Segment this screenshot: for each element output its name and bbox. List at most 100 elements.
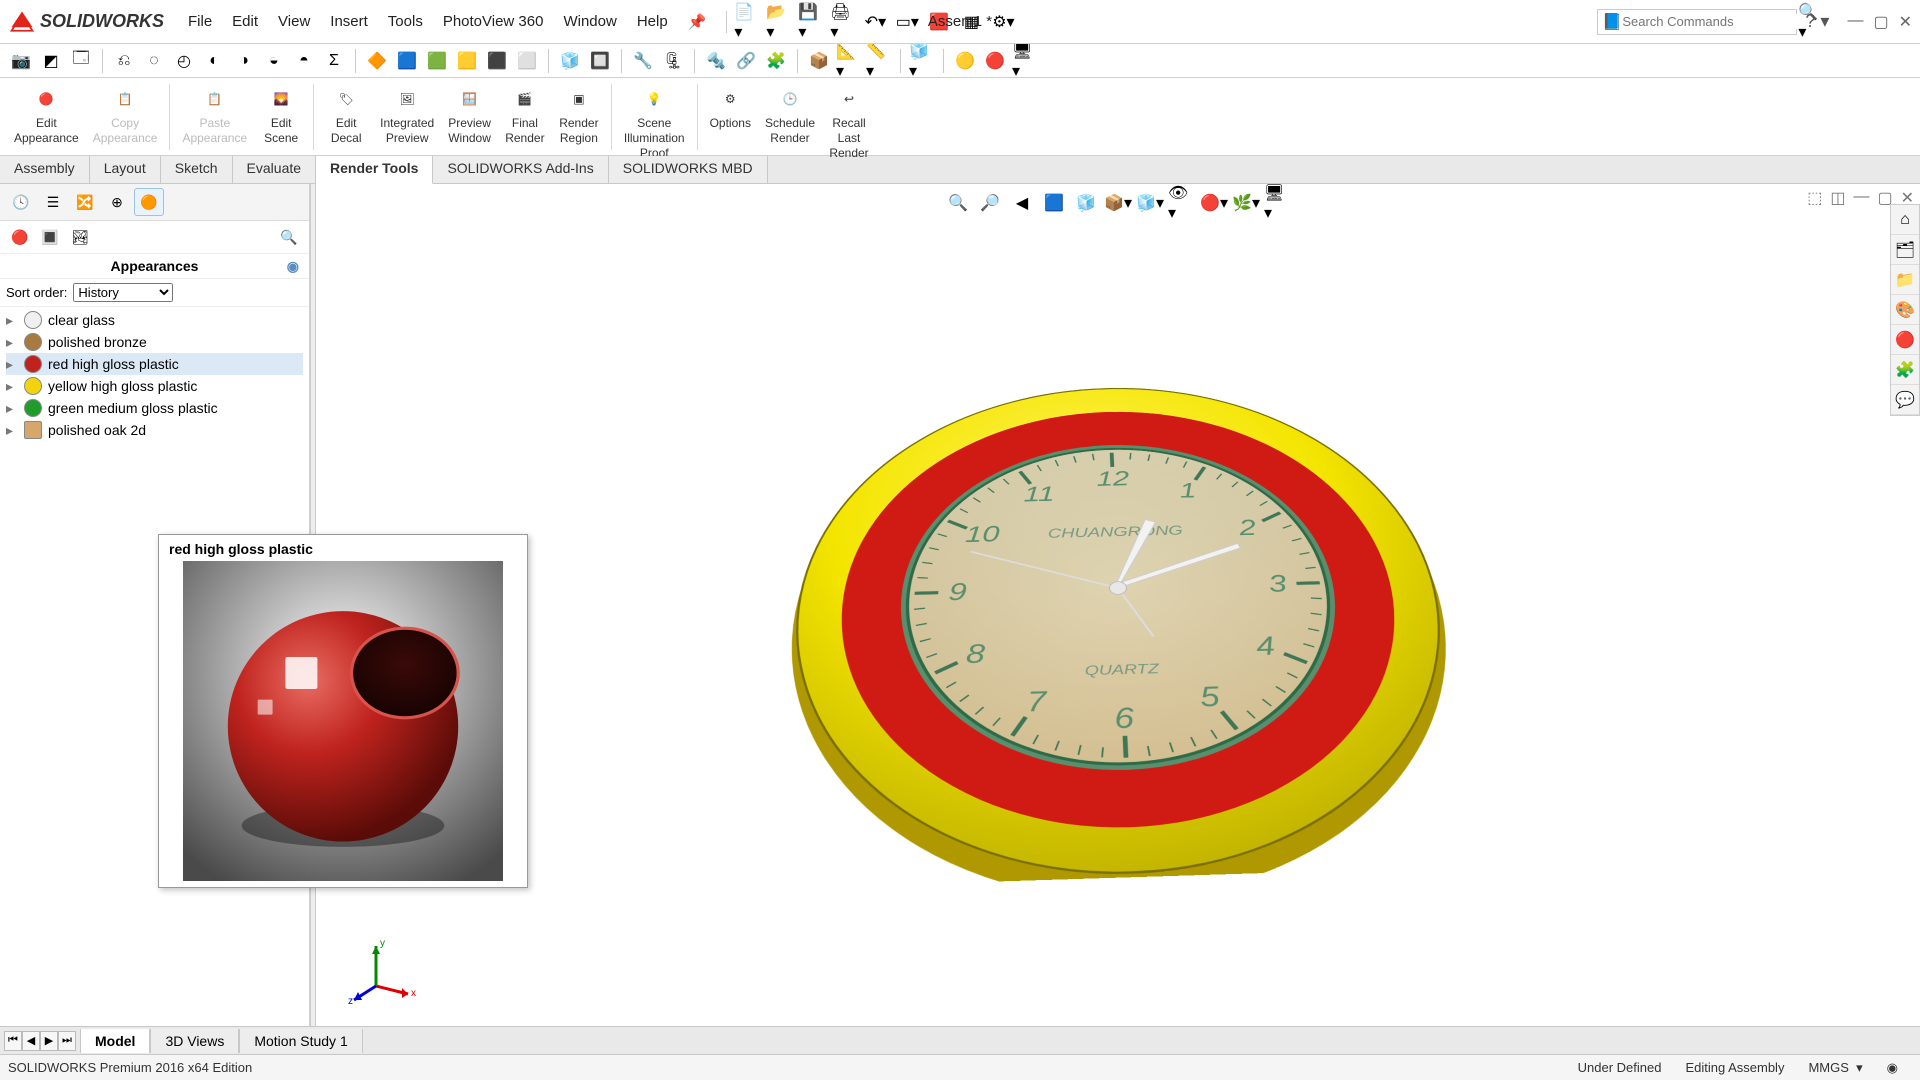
- new-doc-icon[interactable]: 📄▾: [733, 9, 761, 35]
- panel-tab-config-icon[interactable]: 🔀: [70, 188, 100, 216]
- save-icon[interactable]: 💾▾: [797, 9, 825, 35]
- task-home-icon[interactable]: ⌂: [1891, 205, 1919, 235]
- btab-next-icon[interactable]: ▶: [40, 1031, 58, 1051]
- minimize-icon[interactable]: —: [1847, 12, 1863, 32]
- edit-appearance-button[interactable]: 🔴EditAppearance: [8, 82, 85, 148]
- appearance-item-4[interactable]: ▸green medium gloss plastic: [6, 397, 303, 419]
- menu-help[interactable]: Help: [627, 9, 678, 35]
- view-settings-icon[interactable]: 🖥▾: [1264, 190, 1292, 216]
- section-view-icon[interactable]: 🟦: [1040, 190, 1068, 216]
- scene-apply-icon[interactable]: 🌿▾: [1232, 190, 1260, 216]
- decals-icon[interactable]: 🔳: [38, 225, 62, 249]
- sort-order-select[interactable]: History: [73, 283, 173, 302]
- menu-photoview360[interactable]: PhotoView 360: [433, 9, 554, 35]
- tool-sigma-icon[interactable]: Σ: [321, 48, 347, 74]
- menu-pin-icon[interactable]: 📌: [678, 9, 717, 35]
- task-appearances-icon[interactable]: 🔴: [1891, 325, 1919, 355]
- menu-insert[interactable]: Insert: [320, 9, 378, 35]
- graphics-viewport[interactable]: 🔍 🔎 ◀ 🟦 🧊 📦▾ 🧊▾ 👁▾ 🔴▾ 🌿▾ 🖥▾ ⬚ ◫ — ▢ ✕ ⌂ …: [316, 184, 1920, 1026]
- options-button[interactable]: ⚙Options: [704, 82, 757, 133]
- tool-j-icon[interactable]: 🗜: [660, 48, 686, 74]
- search-input[interactable]: [1622, 14, 1798, 29]
- panel-tab-dimxpert-icon[interactable]: ⊕: [102, 188, 132, 216]
- menu-view[interactable]: View: [268, 9, 320, 35]
- tab-render-tools[interactable]: Render Tools: [316, 156, 433, 184]
- tab-solidworks-add-ins[interactable]: SOLIDWORKS Add-Ins: [433, 156, 608, 183]
- tab-sketch[interactable]: Sketch: [161, 156, 233, 183]
- panel-tab-display-manager-icon[interactable]: 🟠: [134, 188, 164, 216]
- vp-float-icon[interactable]: ◫: [1830, 188, 1845, 208]
- panel-help-icon[interactable]: ◉: [287, 258, 299, 275]
- tool-c-icon[interactable]: 🟩: [424, 48, 450, 74]
- close-icon[interactable]: ✕: [1899, 12, 1912, 32]
- maximize-icon[interactable]: ▢: [1873, 12, 1888, 32]
- status-units[interactable]: MMGS ▾: [1808, 1060, 1862, 1076]
- hide-show-icon[interactable]: 👁▾: [1168, 190, 1196, 216]
- tool-h-icon[interactable]: 🔲: [587, 48, 613, 74]
- tool-n-icon[interactable]: 📦: [806, 48, 832, 74]
- tool-2-icon[interactable]: ◌: [141, 48, 167, 74]
- panel-tab-feature-tree-icon[interactable]: 🕓: [6, 188, 36, 216]
- tool-m-icon[interactable]: 🧩: [763, 48, 789, 74]
- edit-decal-button[interactable]: 🏷EditDecal: [320, 82, 372, 148]
- tool-r-icon[interactable]: 🟡: [952, 48, 978, 74]
- tool-e-icon[interactable]: ⬛: [484, 48, 510, 74]
- task-library-icon[interactable]: 🗂: [1891, 235, 1919, 265]
- tool-6-icon[interactable]: ◒: [261, 48, 287, 74]
- tool-g-icon[interactable]: 🧊: [557, 48, 583, 74]
- bottom-tab-model[interactable]: Model: [80, 1029, 150, 1053]
- task-forum-icon[interactable]: 💬: [1891, 385, 1919, 415]
- menu-tools[interactable]: Tools: [378, 9, 433, 35]
- tool-4-icon[interactable]: ◐: [201, 48, 227, 74]
- tool-1-icon[interactable]: ⎌: [111, 48, 137, 74]
- capture-region-icon[interactable]: ◩: [38, 48, 64, 74]
- options-gear-icon[interactable]: ⚙▾: [989, 9, 1017, 35]
- appearances-icon[interactable]: 🔴: [8, 225, 32, 249]
- tab-assembly[interactable]: Assembly: [0, 156, 90, 183]
- appearance-item-2[interactable]: ▸red high gloss plastic: [6, 353, 303, 375]
- dyn-annotate-icon[interactable]: 🧊: [1072, 190, 1100, 216]
- task-custom-icon[interactable]: 🧩: [1891, 355, 1919, 385]
- tool-3-icon[interactable]: ◴: [171, 48, 197, 74]
- preview-window-button[interactable]: 🪟PreviewWindow: [442, 82, 497, 148]
- help-icon[interactable]: ? ▾: [1805, 11, 1829, 32]
- menu-window[interactable]: Window: [553, 9, 626, 35]
- print-icon[interactable]: 🖨▾: [829, 9, 857, 35]
- open-doc-icon[interactable]: 📂▾: [765, 9, 793, 35]
- tool-7-icon[interactable]: ◓: [291, 48, 317, 74]
- tool-f-icon[interactable]: ⬜: [514, 48, 540, 74]
- btab-last-icon[interactable]: ⏭: [58, 1031, 76, 1051]
- select-icon[interactable]: ▭▾: [893, 9, 921, 35]
- appearance-item-3[interactable]: ▸yellow high gloss plastic: [6, 375, 303, 397]
- zoom-fit-icon[interactable]: 🔍: [944, 190, 972, 216]
- undo-icon[interactable]: ↶▾: [861, 9, 889, 35]
- zoom-to-icon[interactable]: 🔍: [277, 225, 301, 249]
- tab-layout[interactable]: Layout: [90, 156, 161, 183]
- render-region-button[interactable]: ▣RenderRegion: [553, 82, 605, 148]
- schedule-render-button[interactable]: 🕒ScheduleRender: [759, 82, 821, 148]
- task-explorer-icon[interactable]: 📁: [1891, 265, 1919, 295]
- menu-file[interactable]: File: [178, 9, 222, 35]
- task-view-palette-icon[interactable]: 🎨: [1891, 295, 1919, 325]
- tool-p-icon[interactable]: 📏▾: [866, 48, 892, 74]
- appearance-item-5[interactable]: ▸polished oak 2d: [6, 419, 303, 441]
- view-orient-icon[interactable]: 📦▾: [1104, 190, 1132, 216]
- tool-d-icon[interactable]: 🟨: [454, 48, 480, 74]
- tool-t-icon[interactable]: 🖥▾: [1012, 48, 1038, 74]
- screen-capture-icon[interactable]: 📷: [8, 48, 34, 74]
- tool-i-icon[interactable]: 🔧: [630, 48, 656, 74]
- tool-k-icon[interactable]: 🔩: [703, 48, 729, 74]
- display-style-icon[interactable]: 🧊▾: [1136, 190, 1164, 216]
- tool-l-icon[interactable]: 🔗: [733, 48, 759, 74]
- prev-view-icon[interactable]: ◀: [1008, 190, 1036, 216]
- tab-solidworks-mbd[interactable]: SOLIDWORKS MBD: [609, 156, 768, 183]
- menu-edit[interactable]: Edit: [222, 9, 268, 35]
- tool-a-icon[interactable]: 🔶: [364, 48, 390, 74]
- search-commands[interactable]: 📘 🔍▾: [1597, 9, 1797, 35]
- integrated-preview-button[interactable]: 🖼IntegratedPreview: [374, 82, 440, 148]
- appearance-apply-icon[interactable]: 🔴▾: [1200, 190, 1228, 216]
- tool-s-icon[interactable]: 🔴: [982, 48, 1008, 74]
- recall-last-render-button[interactable]: ↩RecallLastRender: [823, 82, 875, 163]
- scenes-icon[interactable]: 🏞: [68, 225, 92, 249]
- tool-5-icon[interactable]: ◑: [231, 48, 257, 74]
